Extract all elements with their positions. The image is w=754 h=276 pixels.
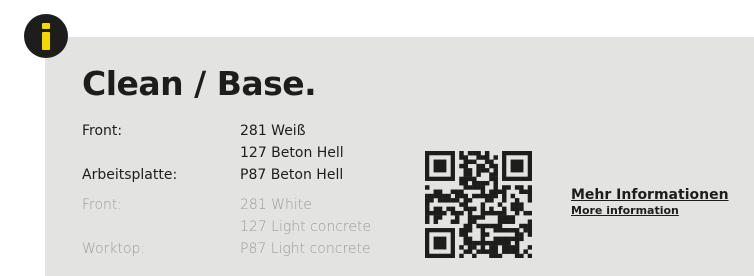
- product-title: Clean / Base.: [82, 64, 317, 103]
- spec-front-value-en-2: 127 Light concrete: [240, 219, 372, 235]
- spec-front-label-de: Front:: [82, 123, 123, 139]
- more-information-label-en: More information: [571, 204, 679, 217]
- spec-worktop-value-de: P87 Beton Hell: [240, 167, 344, 183]
- spec-front-value-de-1: 281 Weiß: [240, 123, 306, 139]
- spec-front-value-de-2: 127 Beton Hell: [240, 145, 344, 161]
- more-information-label-de: Mehr Informationen: [571, 187, 729, 203]
- spec-worktop-label-en: Worktop:: [82, 241, 146, 257]
- more-information-link[interactable]: Mehr Informationen More information: [571, 186, 729, 218]
- qr-code-icon[interactable]: [425, 151, 533, 259]
- info-icon: [24, 14, 68, 58]
- page: Clean / Base. Front: 281 Weiß 127 Beton …: [0, 0, 754, 276]
- spec-worktop-label-de: Arbeitsplatte:: [82, 167, 178, 183]
- spec-front-label-en: Front:: [82, 197, 123, 213]
- spec-worktop-value-en: P87 Light concrete: [240, 241, 371, 257]
- spec-front-value-en-1: 281 White: [240, 197, 312, 213]
